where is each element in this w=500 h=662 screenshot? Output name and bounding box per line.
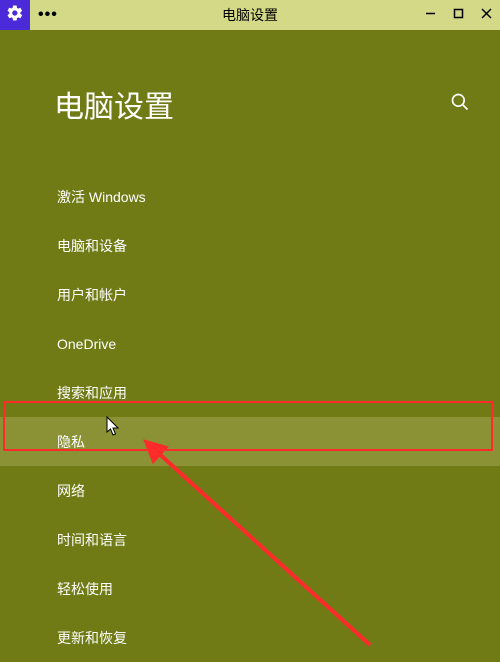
nav-item-onedrive[interactable]: OneDrive	[0, 319, 500, 368]
minimize-button[interactable]	[416, 0, 444, 30]
close-icon	[481, 6, 492, 24]
header-row: 电脑设置	[0, 30, 500, 126]
app-icon	[0, 0, 30, 30]
nav-item-label: 网络	[57, 481, 85, 501]
window-controls	[416, 0, 500, 30]
titlebar-left: •••	[0, 0, 66, 30]
nav-item-label: 用户和帐户	[57, 285, 127, 305]
minimize-icon	[425, 6, 436, 24]
nav-item-time-and-language[interactable]: 时间和语言	[0, 515, 500, 564]
nav-item-ease-of-access[interactable]: 轻松使用	[0, 564, 500, 613]
nav-item-label: 激活 Windows	[57, 187, 146, 207]
nav-item-label: 时间和语言	[57, 530, 127, 550]
close-button[interactable]	[472, 0, 500, 30]
content: 电脑设置 激活 Windows 电脑和设备 用户和帐户 OneDrive 搜索和…	[0, 30, 500, 662]
more-button[interactable]: •••	[30, 0, 66, 30]
nav-item-label: 更新和恢复	[57, 628, 127, 648]
nav-item-accounts[interactable]: 用户和帐户	[0, 270, 500, 319]
nav-item-activate-windows[interactable]: 激活 Windows	[0, 172, 500, 221]
search-button[interactable]	[450, 92, 470, 117]
gear-icon	[6, 4, 24, 27]
nav-item-network[interactable]: 网络	[0, 466, 500, 515]
nav-item-search-and-apps[interactable]: 搜索和应用	[0, 368, 500, 417]
nav-item-label: 隐私	[57, 432, 85, 452]
titlebar: ••• 电脑设置	[0, 0, 500, 30]
search-icon	[450, 99, 470, 116]
nav-item-label: 搜索和应用	[57, 383, 127, 403]
maximize-icon	[453, 6, 464, 24]
nav-item-update-and-recovery[interactable]: 更新和恢复	[0, 613, 500, 662]
nav-item-privacy[interactable]: 隐私	[0, 417, 500, 466]
page-title: 电脑设置	[54, 82, 174, 126]
nav-list: 激活 Windows 电脑和设备 用户和帐户 OneDrive 搜索和应用 隐私…	[0, 172, 500, 662]
nav-item-label: 电脑和设备	[57, 236, 127, 256]
nav-item-label: OneDrive	[57, 336, 116, 352]
nav-item-pc-and-devices[interactable]: 电脑和设备	[0, 221, 500, 270]
maximize-button[interactable]	[444, 0, 472, 30]
nav-item-label: 轻松使用	[57, 579, 113, 599]
